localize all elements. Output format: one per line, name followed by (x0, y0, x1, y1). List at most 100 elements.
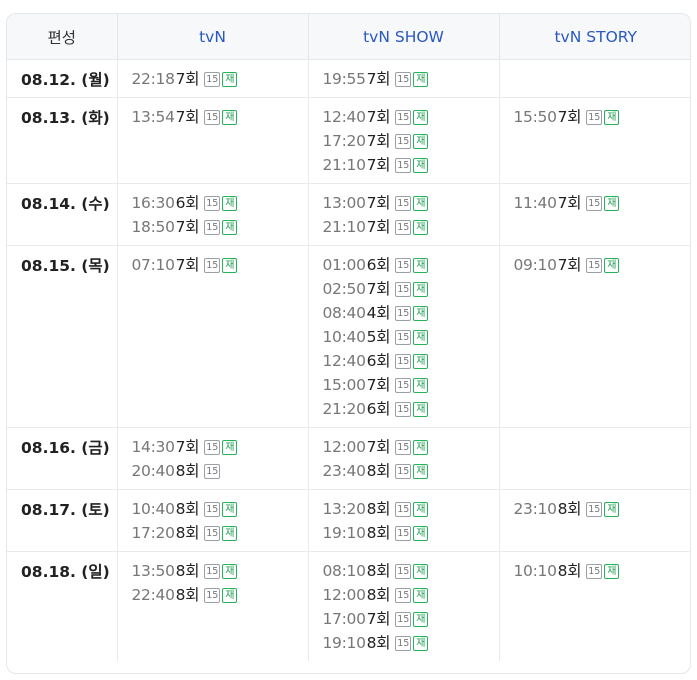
episode-number: 7회 (366, 70, 391, 88)
episode-number: 8회 (175, 562, 200, 580)
schedule-cell-tvn: 16:30 6회 15 재 18:50 7회 15 재 (117, 183, 309, 246)
air-time: 09:10 (513, 256, 557, 274)
age-15-badge-icon: 15 (586, 109, 603, 125)
air-time: 19:10 (322, 634, 366, 652)
rerun-badge-icon: 재 (413, 257, 429, 273)
airing-entry[interactable]: 17:20 8회 15 재 (132, 521, 308, 545)
episode-number: 7회 (175, 256, 200, 274)
rerun-badge-icon: 재 (413, 377, 429, 393)
rerun-badge-icon: 재 (413, 501, 429, 517)
age-15-badge-icon: 15 (586, 195, 603, 211)
airing-entry[interactable]: 11:40 7회 15 재 (514, 191, 691, 215)
airing-entry[interactable]: 15:00 7회 15 재 (323, 373, 499, 397)
air-time: 13:54 (131, 108, 175, 126)
episode-number: 7회 (366, 438, 391, 456)
age-15-badge-icon: 15 (204, 587, 221, 603)
airing-entry[interactable]: 22:40 8회 15 재 (132, 583, 308, 607)
episode-number: 8회 (366, 500, 391, 518)
airing-entry[interactable]: 10:40 5회 15 재 (323, 325, 499, 349)
age-15-badge-icon: 15 (395, 377, 412, 393)
airing-entry[interactable]: 10:40 8회 15 재 (132, 497, 308, 521)
air-time: 23:10 (513, 500, 557, 518)
episode-number: 7회 (366, 194, 391, 212)
age-15-badge-icon: 15 (586, 501, 603, 517)
airing-entry[interactable]: 23:10 8회 15 재 (513, 497, 691, 521)
schedule-cell-tvn: 13:54 7회 15 재 (117, 97, 309, 184)
age-15-badge-icon: 15 (204, 257, 221, 273)
airing-entry[interactable]: 16:30 6회 15 재 (132, 191, 308, 215)
airing-entry[interactable]: 17:00 7회 15 재 (323, 607, 499, 631)
airing-entry[interactable]: 21:10 7회 15 재 (323, 215, 499, 239)
air-time: 10:40 (131, 500, 175, 518)
airing-entry[interactable]: 12:00 8회 15 재 (323, 583, 499, 607)
rerun-badge-icon: 재 (222, 525, 238, 541)
rerun-badge-icon: 재 (413, 133, 429, 149)
rerun-badge-icon: 재 (413, 329, 429, 345)
episode-number: 7회 (557, 256, 582, 274)
airing-entry[interactable]: 02:50 7회 15 재 (323, 277, 499, 301)
age-15-badge-icon: 15 (395, 525, 412, 541)
airing-entry[interactable]: 10:10 8회 15 재 (514, 559, 691, 583)
airing-entry[interactable]: 12:40 6회 15 재 (323, 349, 499, 373)
channel-header-tvn-story[interactable]: tvN STORY (499, 14, 690, 60)
airing-entry[interactable]: 13:50 8회 15 재 (132, 559, 308, 583)
air-time: 20:40 (131, 462, 175, 480)
schedule-cell-tvn: 10:40 8회 15 재 17:20 8회 15 재 (117, 489, 309, 552)
airing-entry[interactable]: 19:55 7회 15 재 (323, 67, 499, 91)
channel-header-tvn-show[interactable]: tvN SHOW (308, 14, 500, 60)
airing-entry[interactable]: 17:20 7회 15 재 (323, 129, 499, 153)
airing-entry[interactable]: 21:20 6회 15 재 (323, 397, 499, 421)
airing-entry[interactable]: 14:30 7회 15 재 (132, 435, 308, 459)
air-time: 13:50 (131, 562, 175, 580)
rerun-badge-icon: 재 (413, 157, 429, 173)
schedule-column-header: 편성 (7, 14, 118, 60)
airing-entry[interactable]: 07:10 7회 15 재 (132, 253, 308, 277)
air-time: 22:40 (131, 586, 175, 604)
rerun-badge-icon: 재 (413, 305, 429, 321)
episode-number: 7회 (366, 132, 391, 150)
airing-entry[interactable]: 19:10 8회 15 재 (323, 521, 499, 545)
age-15-badge-icon: 15 (395, 305, 412, 321)
episode-number: 7회 (175, 70, 200, 88)
age-15-badge-icon: 15 (395, 563, 412, 579)
airing-entry[interactable]: 22:18 7회 15 재 (132, 67, 308, 91)
schedule-cell-tvn: 07:10 7회 15 재 (117, 245, 309, 428)
rerun-badge-icon: 재 (413, 71, 429, 87)
airing-entry[interactable]: 23:40 8회 15 재 (323, 459, 499, 483)
airing-entry[interactable]: 08:10 8회 15 재 (323, 559, 499, 583)
channel-header-tvn[interactable]: tvN (117, 14, 309, 60)
rerun-badge-icon: 재 (413, 353, 429, 369)
airing-entry[interactable]: 13:00 7회 15 재 (323, 191, 499, 215)
air-time: 18:50 (131, 218, 175, 236)
broadcast-schedule-table: 편성 tvN tvN SHOW tvN STORY 08.12. (월) 22:1… (7, 14, 691, 661)
airing-entry[interactable]: 18:50 7회 15 재 (132, 215, 308, 239)
age-15-badge-icon: 15 (395, 463, 412, 479)
air-time: 17:00 (322, 610, 366, 628)
airing-entry[interactable]: 15:50 7회 15 재 (514, 105, 691, 129)
date-cell: 08.17. (토) (7, 489, 118, 552)
schedule-cell-tvn: 13:50 8회 15 재 22:40 8회 15 재 (117, 551, 309, 661)
rerun-badge-icon: 재 (413, 635, 429, 651)
airing-entry[interactable]: 01:00 6회 15 재 (323, 253, 499, 277)
air-time: 13:20 (322, 500, 366, 518)
airing-entry[interactable]: 08:40 4회 15 재 (323, 301, 499, 325)
episode-number: 8회 (175, 500, 200, 518)
airing-entry[interactable]: 21:10 7회 15 재 (323, 153, 499, 177)
airing-entry[interactable]: 13:54 7회 15 재 (132, 105, 308, 129)
airing-entry[interactable]: 20:40 8회 15 (132, 459, 308, 483)
table-row: 08.12. (월) 22:18 7회 15 재 19:55 7회 15 재 (7, 59, 690, 98)
age-15-badge-icon: 15 (204, 219, 221, 235)
airing-entry[interactable]: 12:00 7회 15 재 (323, 435, 499, 459)
airing-entry[interactable]: 12:40 7회 15 재 (323, 105, 499, 129)
age-15-badge-icon: 15 (204, 501, 221, 517)
rerun-badge-icon: 재 (604, 195, 620, 211)
airing-entry[interactable]: 13:20 8회 15 재 (323, 497, 499, 521)
rerun-badge-icon: 재 (604, 109, 620, 125)
rerun-badge-icon: 재 (604, 257, 620, 273)
date-cell: 08.18. (일) (7, 551, 118, 661)
airing-entry[interactable]: 19:10 8회 15 재 (323, 631, 499, 655)
airing-entry[interactable]: 09:10 7회 15 재 (513, 253, 691, 277)
rerun-badge-icon: 재 (222, 109, 238, 125)
air-time: 21:10 (322, 218, 366, 236)
episode-number: 6회 (175, 194, 200, 212)
